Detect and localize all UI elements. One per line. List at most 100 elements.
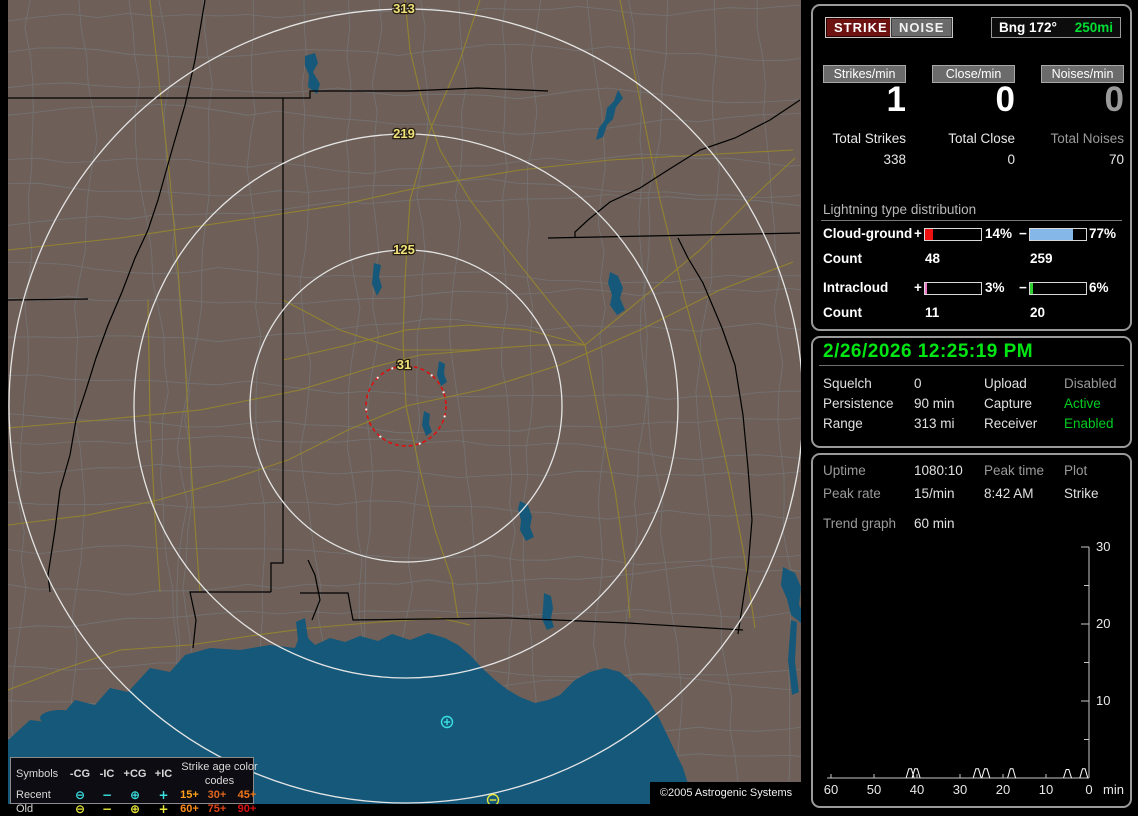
svg-text:313: 313 <box>393 1 415 16</box>
uptime-value: 1080:10 <box>914 463 963 478</box>
legend-age-header: Strike age color codes <box>181 761 258 787</box>
svg-text:20: 20 <box>1096 616 1110 631</box>
legend-col-nic: -IC <box>99 768 115 780</box>
intracloud-row: Intracloud + 3% − 6% <box>813 280 1130 296</box>
cg-minus-bar <box>1029 228 1087 241</box>
total-noises-value: 70 <box>1108 152 1124 167</box>
svg-text:20: 20 <box>996 782 1010 797</box>
cg-plus-pct: 14% <box>985 226 1013 241</box>
datetime-display: 2/26/2026 12:25:19 PM <box>823 341 1034 362</box>
plot-value: Strike <box>1064 486 1099 501</box>
map-canvas[interactable]: 313 219 125 31 <box>8 0 801 804</box>
persistence-value: 90 min <box>914 396 955 411</box>
count-label: Count <box>823 305 862 320</box>
lightning-map[interactable]: 313 219 125 31 Symbols -CG -IC +CG +IC Stri… <box>8 0 802 816</box>
panel-counters: STRIKE NOISE Bng 172° 250mi Strikes/min … <box>811 4 1132 331</box>
close-per-min-value: 0 <box>995 80 1015 119</box>
receiver-status: Enabled <box>1064 416 1114 431</box>
legend-header: Symbols -CG -IC +CG +IC Strike age color… <box>16 760 258 788</box>
legend-row-old: Old ⊖ − ⊕ + 60+ 75+ 90+ <box>16 802 256 816</box>
legend-old-label: Old <box>16 803 34 815</box>
trend-window-value: 60 min <box>914 516 955 531</box>
svg-text:10: 10 <box>1096 693 1110 708</box>
capture-status: Active <box>1064 396 1101 411</box>
capture-label: Capture <box>984 396 1033 411</box>
bearing-value: Bng 172° <box>999 20 1057 35</box>
peak-rate-value: 15/min <box>914 486 955 501</box>
legend-col-pcg: +CG <box>123 768 147 780</box>
minus-sign: − <box>1019 226 1027 241</box>
receiver-label: Receiver <box>984 416 1038 431</box>
ic-plus-count: 11 <box>925 305 940 320</box>
cloud-ground-row: Cloud-ground + 14% − 77% <box>813 226 1130 242</box>
age-30: 30+ <box>207 789 227 801</box>
total-noises-label: Total Noises <box>1050 131 1124 146</box>
svg-text:10: 10 <box>1039 782 1053 797</box>
age-45: 45+ <box>237 789 257 801</box>
age-90: 90+ <box>237 803 257 815</box>
cg-minus-pct: 77% <box>1089 226 1117 241</box>
svg-text:125: 125 <box>393 242 415 257</box>
minus-ic-icon: − <box>101 788 113 802</box>
svg-text:50: 50 <box>867 782 881 797</box>
total-close-label: Total Close <box>948 131 1015 146</box>
squelch-label: Squelch <box>823 376 872 391</box>
count-label: Count <box>823 251 862 266</box>
trend-axes <box>827 546 1090 779</box>
svg-text:0: 0 <box>1085 782 1092 797</box>
minus-ic-old-icon: − <box>101 802 113 816</box>
svg-text:219: 219 <box>393 126 415 141</box>
svg-text:40: 40 <box>910 782 924 797</box>
plus-cg-old-icon: ⊕ <box>129 802 141 816</box>
plus-ic-old-icon: + <box>158 802 169 816</box>
strikes-column: Strikes/min 1 Total Strikes 338 <box>823 65 906 175</box>
age-75: 75+ <box>207 803 227 815</box>
cg-plus-bar <box>924 228 982 241</box>
range-label: Range <box>823 416 863 431</box>
peak-time-value: 8:42 AM <box>984 486 1034 501</box>
age-60: 60+ <box>180 803 199 815</box>
uptime-label: Uptime <box>823 463 866 478</box>
svg-text:31: 31 <box>397 357 411 372</box>
trend-graph: 10 20 30 60 50 40 30 20 10 0 min <box>824 539 1124 797</box>
svg-text:min: min <box>1103 782 1124 797</box>
legend-recent-label: Recent <box>16 789 51 801</box>
legend-col-pic: +IC <box>154 768 173 780</box>
minus-cg-icon: ⊖ <box>74 788 86 802</box>
upload-status: Disabled <box>1064 376 1117 391</box>
peak-rate-label: Peak rate <box>823 486 881 501</box>
app-window: 313 219 125 31 Symbols -CG -IC +CG +IC Stri… <box>0 0 1138 816</box>
cg-minus-count: 259 <box>1030 251 1053 266</box>
bearing-range-display: Bng 172° 250mi <box>991 17 1121 38</box>
trend-graph-label: Trend graph <box>823 516 897 531</box>
ic-minus-bar <box>1029 282 1087 295</box>
ic-minus-pct: 6% <box>1089 280 1109 295</box>
squelch-value: 0 <box>914 376 922 391</box>
total-close-value: 0 <box>1007 152 1015 167</box>
plus-sign: + <box>914 280 922 295</box>
copyright-text: ©2005 Astrogenic Systems <box>650 782 802 804</box>
plus-sign: + <box>914 226 922 241</box>
upload-label: Upload <box>984 376 1027 391</box>
minus-cg-old-icon: ⊖ <box>74 802 86 816</box>
plot-label: Plot <box>1064 463 1088 478</box>
noises-column: Noises/min 0 Total Noises 70 <box>1041 65 1124 175</box>
divider <box>819 365 1124 366</box>
legend-row-recent: Recent ⊖ − ⊕ + 15+ 30+ 45+ <box>16 788 256 802</box>
strike-button[interactable]: STRIKE <box>825 17 897 38</box>
peak-time-label: Peak time <box>984 463 1045 478</box>
legend-col-ncg: -CG <box>69 768 91 780</box>
map-legend: Symbols -CG -IC +CG +IC Strike age color… <box>10 757 258 816</box>
total-strikes-label: Total Strikes <box>832 131 906 146</box>
persistence-label: Persistence <box>823 396 894 411</box>
cloud-ground-label: Cloud-ground <box>823 226 913 241</box>
total-strikes-value: 338 <box>883 152 906 167</box>
trend-peaks <box>905 768 1089 779</box>
plus-cg-icon: ⊕ <box>129 788 141 802</box>
noise-button[interactable]: NOISE <box>890 17 954 38</box>
panel-activity: Uptime 1080:10 Peak time Plot Peak rate … <box>811 453 1132 808</box>
intracloud-label: Intracloud <box>823 280 889 295</box>
close-column: Close/min 0 Total Close 0 <box>932 65 1015 175</box>
svg-text:30: 30 <box>953 782 967 797</box>
strikes-per-min-value: 1 <box>886 80 906 119</box>
